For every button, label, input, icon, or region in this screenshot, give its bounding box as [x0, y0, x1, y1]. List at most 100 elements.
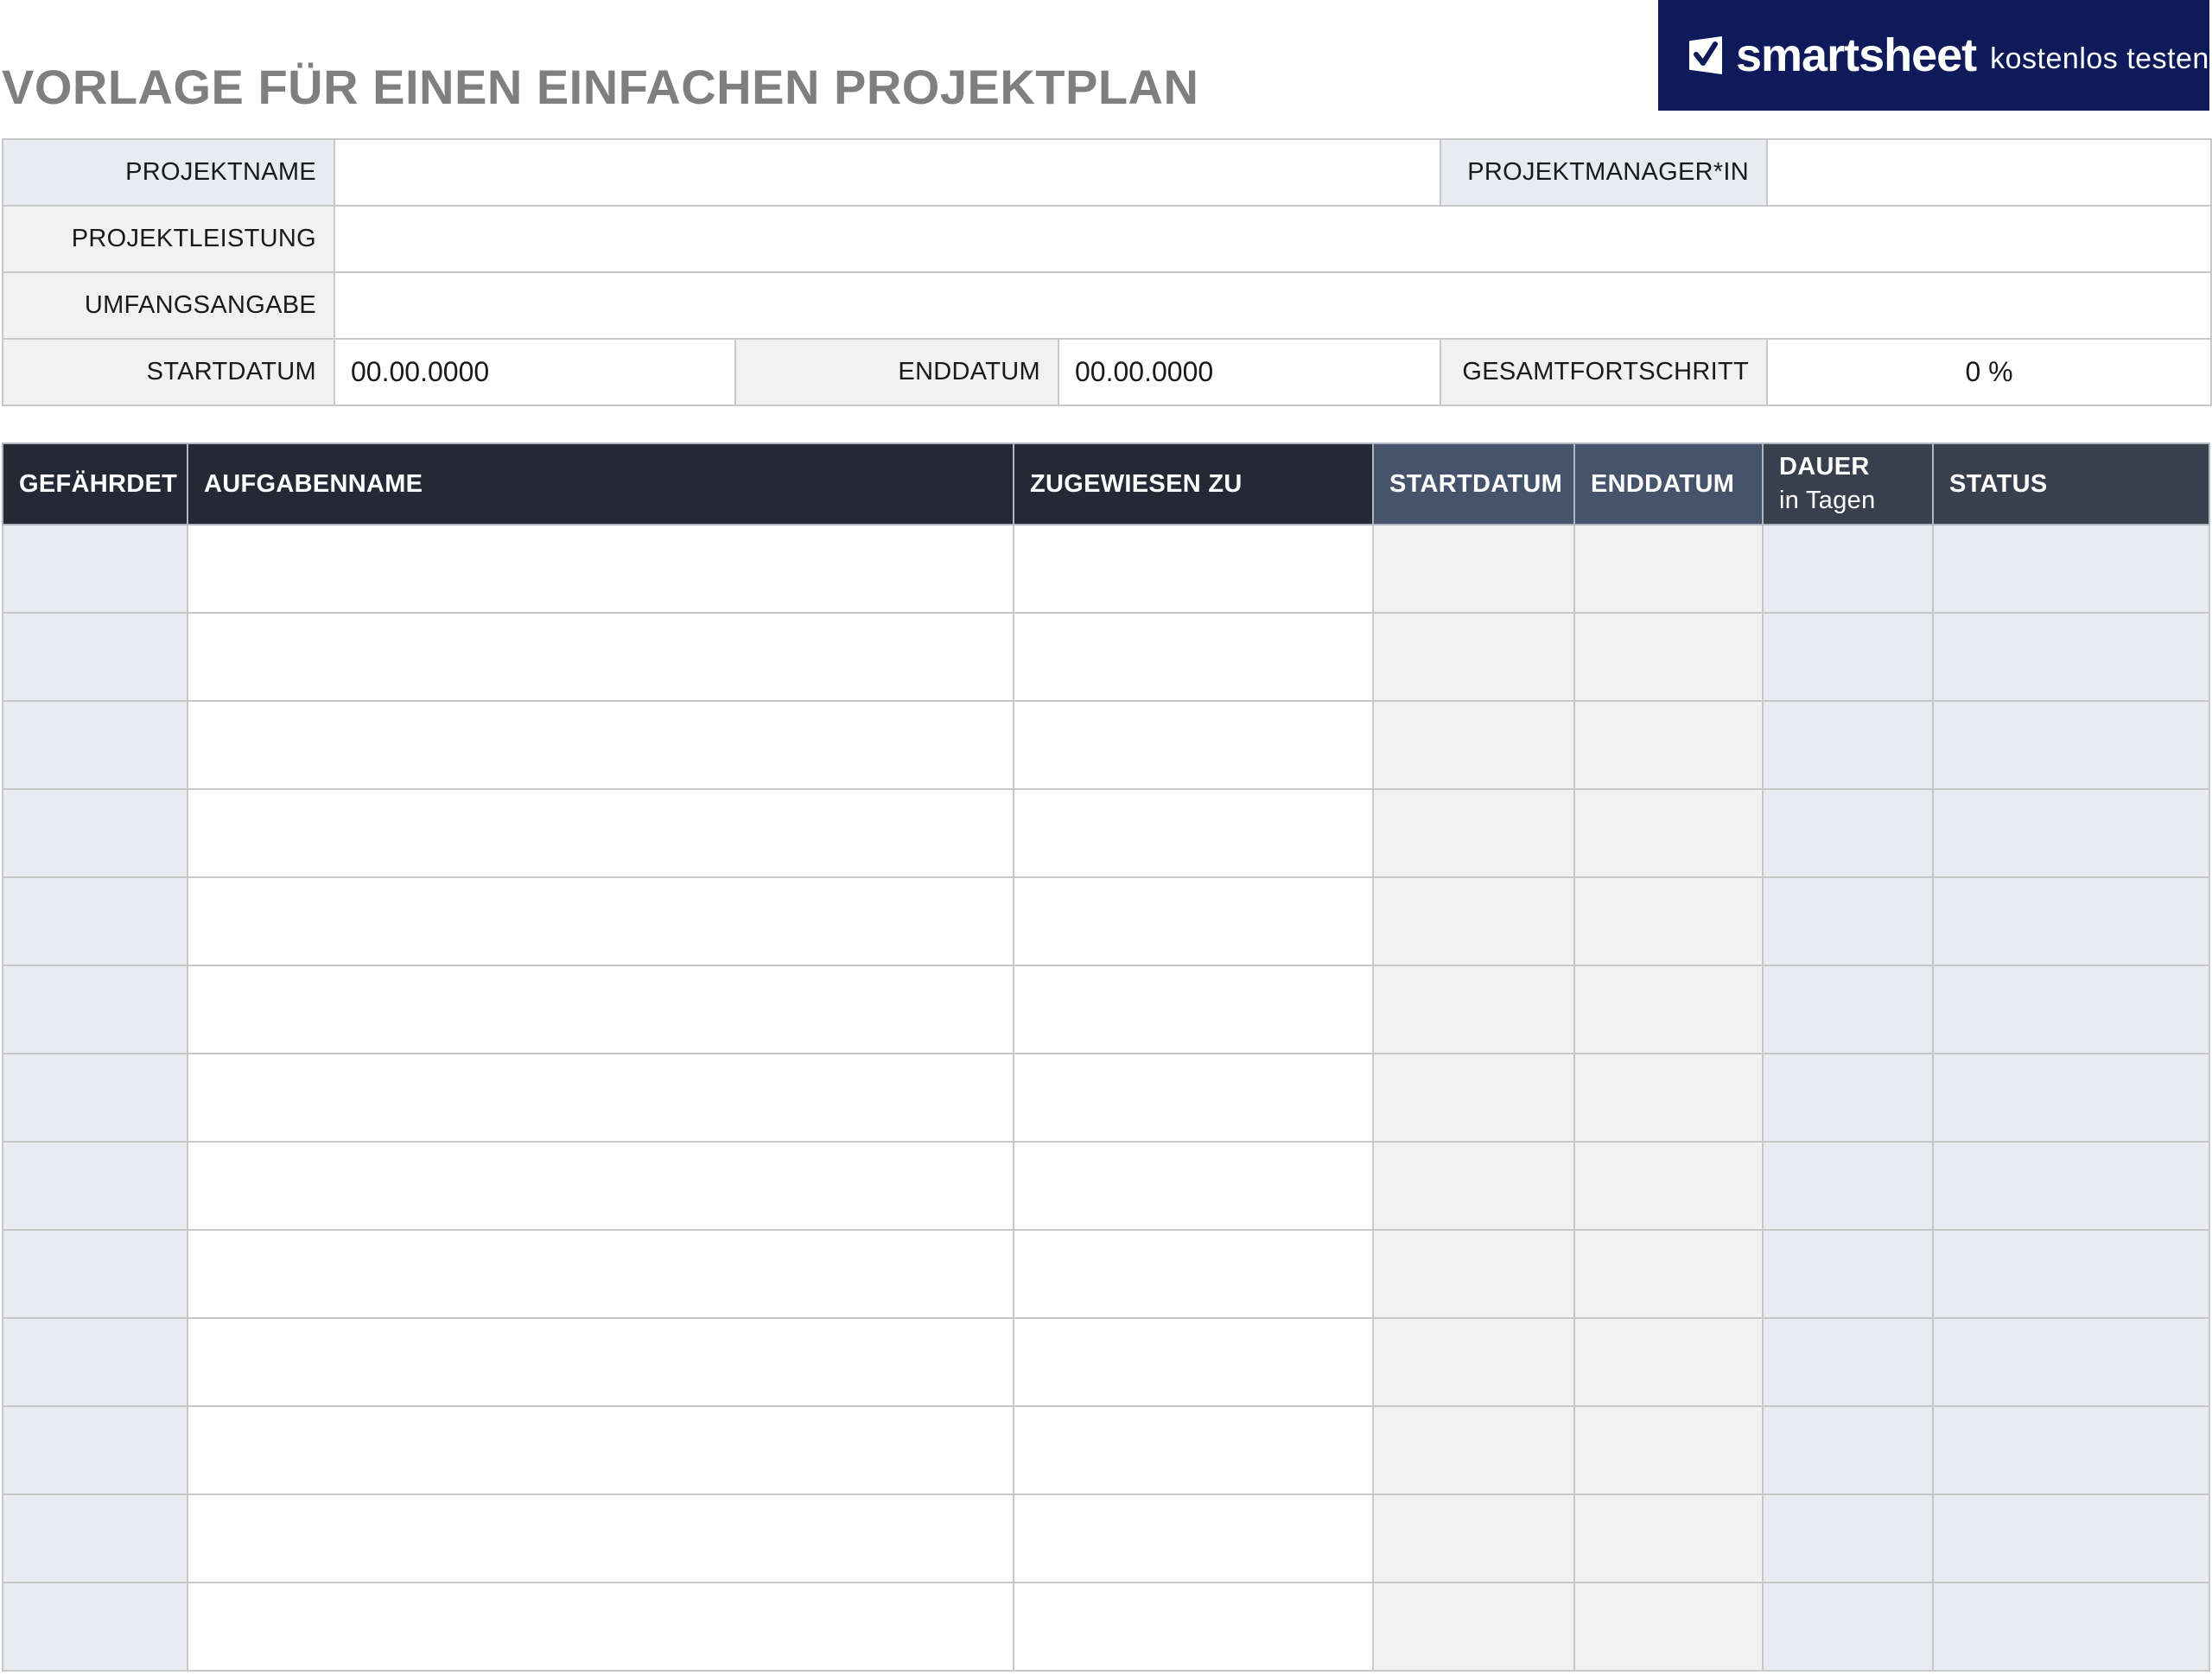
- status-cell[interactable]: [1932, 876, 2210, 966]
- task-name-cell[interactable]: [187, 876, 1014, 966]
- task-name-cell[interactable]: [187, 965, 1014, 1054]
- duration-cell[interactable]: [1762, 876, 1934, 966]
- status-cell[interactable]: [1932, 965, 2210, 1054]
- assigned-to-cell[interactable]: [1013, 1229, 1374, 1319]
- status-cell[interactable]: [1932, 788, 2210, 878]
- status-cell[interactable]: [1932, 1053, 2210, 1143]
- duration-cell[interactable]: [1762, 1493, 1934, 1583]
- at-risk-cell[interactable]: [2, 1405, 188, 1495]
- assigned-to-cell[interactable]: [1013, 788, 1374, 878]
- scope-field[interactable]: [333, 271, 2212, 340]
- end-date-cell[interactable]: [1573, 1582, 1764, 1672]
- at-risk-cell[interactable]: [2, 788, 188, 878]
- task-name-cell[interactable]: [187, 1229, 1014, 1319]
- status-cell[interactable]: [1932, 1141, 2210, 1231]
- status-cell[interactable]: [1932, 1582, 2210, 1672]
- smartsheet-banner[interactable]: smartsheet kostenlos testen: [1658, 0, 2209, 111]
- start-date-cell[interactable]: [1372, 1582, 1575, 1672]
- status-cell[interactable]: [1932, 700, 2210, 790]
- assigned-to-cell[interactable]: [1013, 965, 1374, 1054]
- status-cell[interactable]: [1932, 1317, 2210, 1407]
- duration-cell[interactable]: [1762, 700, 1934, 790]
- assigned-to-cell[interactable]: [1013, 612, 1374, 702]
- end-date-cell[interactable]: [1573, 612, 1764, 702]
- start-date-field[interactable]: 00.00.0000: [334, 338, 736, 406]
- assigned-to-cell[interactable]: [1013, 876, 1374, 966]
- duration-cell[interactable]: [1762, 1141, 1934, 1231]
- start-date-cell[interactable]: [1372, 1493, 1575, 1583]
- assigned-to-cell[interactable]: [1013, 1582, 1374, 1672]
- duration-cell[interactable]: [1762, 1317, 1934, 1407]
- status-cell[interactable]: [1932, 1405, 2210, 1495]
- task-name-cell[interactable]: [187, 1141, 1014, 1231]
- start-date-cell[interactable]: [1372, 876, 1575, 966]
- assigned-to-cell[interactable]: [1013, 1493, 1374, 1583]
- start-date-cell[interactable]: [1372, 965, 1575, 1054]
- start-date-cell[interactable]: [1372, 1229, 1575, 1319]
- at-risk-cell[interactable]: [2, 1053, 188, 1143]
- start-date-cell[interactable]: [1372, 1405, 1575, 1495]
- task-name-cell[interactable]: [187, 1493, 1014, 1583]
- assigned-to-cell[interactable]: [1013, 1317, 1374, 1407]
- at-risk-cell[interactable]: [2, 612, 188, 702]
- task-name-cell[interactable]: [187, 524, 1014, 614]
- duration-cell[interactable]: [1762, 788, 1934, 878]
- at-risk-cell[interactable]: [2, 524, 188, 614]
- assigned-to-cell[interactable]: [1013, 524, 1374, 614]
- overall-progress-field[interactable]: 0 %: [1766, 338, 2212, 406]
- end-date-cell[interactable]: [1573, 788, 1764, 878]
- task-name-cell[interactable]: [187, 700, 1014, 790]
- end-date-cell[interactable]: [1573, 1317, 1764, 1407]
- start-date-cell[interactable]: [1372, 524, 1575, 614]
- assigned-to-cell[interactable]: [1013, 1405, 1374, 1495]
- duration-cell[interactable]: [1762, 612, 1934, 702]
- end-date-cell[interactable]: [1573, 965, 1764, 1054]
- end-date-cell[interactable]: [1573, 1405, 1764, 1495]
- status-cell[interactable]: [1932, 524, 2210, 614]
- duration-cell[interactable]: [1762, 1229, 1934, 1319]
- task-name-cell[interactable]: [187, 1053, 1014, 1143]
- end-date-field[interactable]: 00.00.0000: [1057, 338, 1442, 406]
- deliverable-field[interactable]: [333, 205, 2212, 273]
- task-name-cell[interactable]: [187, 1317, 1014, 1407]
- status-cell[interactable]: [1932, 1493, 2210, 1583]
- task-name-cell[interactable]: [187, 1405, 1014, 1495]
- end-date-cell[interactable]: [1573, 1053, 1764, 1143]
- end-date-cell[interactable]: [1573, 1141, 1764, 1231]
- task-name-cell[interactable]: [187, 1582, 1014, 1672]
- assigned-to-cell[interactable]: [1013, 1053, 1374, 1143]
- duration-cell[interactable]: [1762, 524, 1934, 614]
- at-risk-cell[interactable]: [2, 1317, 188, 1407]
- status-cell[interactable]: [1932, 612, 2210, 702]
- start-date-cell[interactable]: [1372, 1053, 1575, 1143]
- start-date-cell[interactable]: [1372, 612, 1575, 702]
- at-risk-cell[interactable]: [2, 1229, 188, 1319]
- at-risk-cell[interactable]: [2, 1582, 188, 1672]
- end-date-cell[interactable]: [1573, 1229, 1764, 1319]
- duration-cell[interactable]: [1762, 1053, 1934, 1143]
- assigned-to-cell[interactable]: [1013, 1141, 1374, 1231]
- end-date-cell[interactable]: [1573, 700, 1764, 790]
- at-risk-cell[interactable]: [2, 1493, 188, 1583]
- status-cell[interactable]: [1932, 1229, 2210, 1319]
- duration-cell[interactable]: [1762, 1582, 1934, 1672]
- project-manager-field[interactable]: [1766, 138, 2212, 207]
- task-name-cell[interactable]: [187, 788, 1014, 878]
- project-name-field[interactable]: [333, 138, 1442, 207]
- end-date-cell[interactable]: [1573, 524, 1764, 614]
- task-name-cell[interactable]: [187, 612, 1014, 702]
- at-risk-cell[interactable]: [2, 1141, 188, 1231]
- start-date-cell[interactable]: [1372, 1317, 1575, 1407]
- at-risk-cell[interactable]: [2, 876, 188, 966]
- start-date-cell[interactable]: [1372, 700, 1575, 790]
- end-date-cell[interactable]: [1573, 1493, 1764, 1583]
- free-trial-link[interactable]: kostenlos testen: [1990, 42, 2209, 76]
- start-date-cell[interactable]: [1372, 1141, 1575, 1231]
- end-date-cell[interactable]: [1573, 876, 1764, 966]
- duration-cell[interactable]: [1762, 965, 1934, 1054]
- assigned-to-cell[interactable]: [1013, 700, 1374, 790]
- duration-cell[interactable]: [1762, 1405, 1934, 1495]
- start-date-cell[interactable]: [1372, 788, 1575, 878]
- at-risk-cell[interactable]: [2, 965, 188, 1054]
- at-risk-cell[interactable]: [2, 700, 188, 790]
